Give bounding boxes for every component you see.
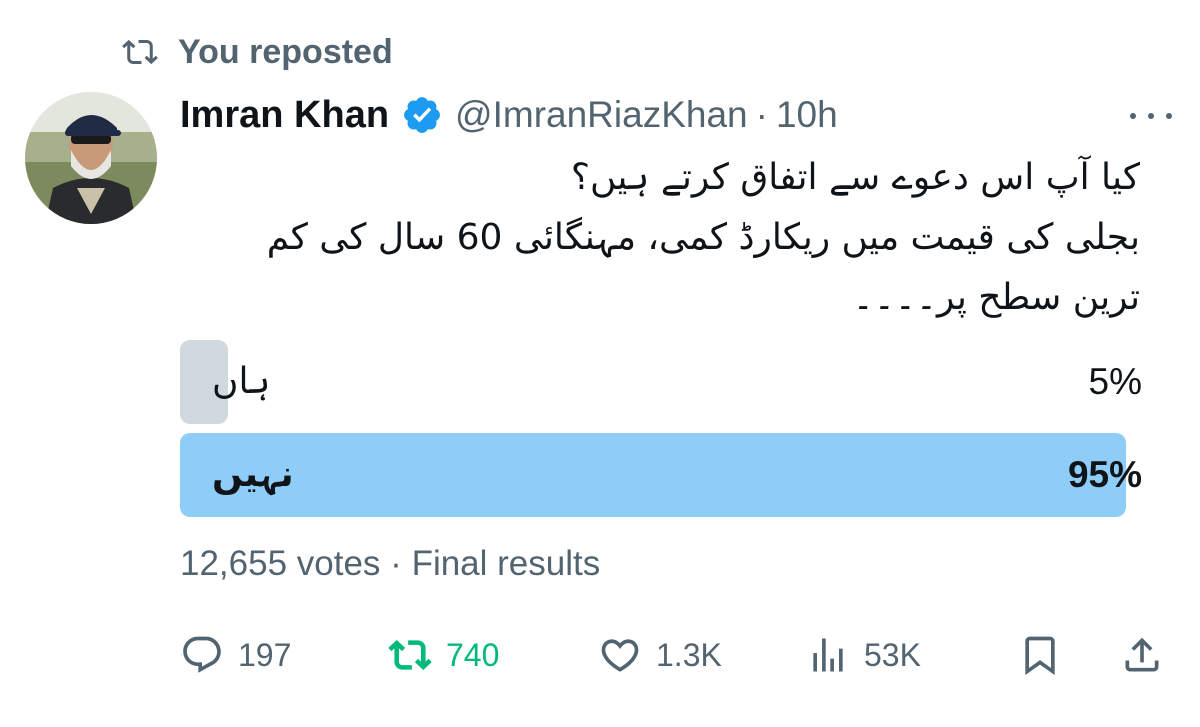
repost-banner: You reposted: [118, 32, 393, 72]
share-icon: [1125, 637, 1159, 672]
repost-icon: [388, 639, 432, 671]
share-button[interactable]: [1120, 630, 1164, 680]
views-chart-icon: [813, 638, 843, 672]
repost-button[interactable]: 740: [388, 630, 499, 680]
tweet-text-line: ترین سطح پر۔۔۔۔: [852, 277, 1140, 318]
reply-count: 197: [238, 636, 292, 673]
poll-option-label: ہاں: [212, 361, 271, 402]
verified-badge-icon: [404, 97, 440, 133]
header-separator: ·: [755, 94, 768, 135]
tweet-text-line: کیا آپ اس دعوے سے اتفاق کرتے ہیں؟: [570, 157, 1140, 198]
repost-label: You reposted: [178, 32, 393, 71]
poll-option-label: نہیں: [212, 454, 294, 495]
tweet-time[interactable]: 10h: [776, 94, 838, 136]
tweet-text: کیا آپ اس دعوے سے اتفاق کرتے ہیں؟ بجلی ک…: [180, 148, 1140, 328]
poll-votes: 12,655 votes: [180, 544, 381, 583]
author-name[interactable]: Imran Khan: [180, 94, 389, 137]
author-handle[interactable]: @ImranRiazKhan: [455, 94, 748, 136]
avatar[interactable]: [25, 92, 157, 224]
poll-meta: 12,655 votes · Final results: [180, 540, 600, 588]
tweet-header: Imran Khan @ImranRiazKhan · 10h: [180, 90, 838, 140]
bookmark-icon: [1025, 636, 1055, 676]
avatar-photo: [25, 92, 157, 224]
repost-count: 740: [446, 636, 500, 673]
views-count: 53K: [864, 636, 921, 673]
poll-status: Final results: [411, 544, 601, 583]
heart-icon: [601, 639, 639, 672]
like-count: 1.3K: [656, 636, 722, 673]
poll-bar: [180, 433, 1126, 517]
like-button[interactable]: 1.3K: [598, 630, 722, 680]
poll-option-yes: ہاں 5%: [180, 340, 1142, 424]
tweet-text-line: بجلی کی قیمت میں ریکارڈ کمی، مہنگائی 60 …: [266, 217, 1140, 258]
poll-meta-separator: ·: [390, 544, 402, 583]
reply-button[interactable]: 197: [180, 630, 291, 680]
more-options-icon[interactable]: [1126, 98, 1176, 134]
reply-icon: [183, 636, 221, 673]
poll-option-percent: 95%: [1067, 454, 1142, 495]
poll-option-no: نہیں 95%: [180, 433, 1142, 517]
repost-icon: [122, 39, 158, 65]
bookmark-button[interactable]: [1018, 630, 1062, 680]
views-button[interactable]: 53K: [806, 630, 921, 680]
poll-option-percent: 5%: [1088, 361, 1142, 402]
